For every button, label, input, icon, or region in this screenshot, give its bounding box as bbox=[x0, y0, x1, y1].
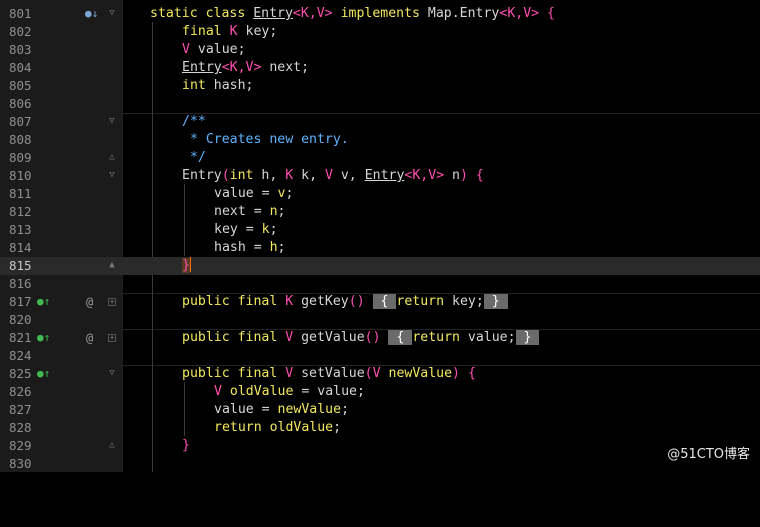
line-number: 830 bbox=[9, 456, 32, 471]
line-number: 809 bbox=[9, 150, 32, 165]
line-817-code: public final K getKey() { return key; } bbox=[182, 294, 508, 309]
line-number: 803 bbox=[9, 42, 32, 57]
code-line[interactable]: 826 V oldValue = value; bbox=[0, 383, 760, 401]
line-number: 801 bbox=[9, 6, 32, 21]
line-804-code: Entry<K,V> next; bbox=[182, 60, 310, 75]
fold-icon[interactable]: ▽ bbox=[108, 117, 116, 126]
line-number: 815 bbox=[9, 258, 32, 273]
line-813-code: key = k; bbox=[214, 222, 278, 237]
code-line[interactable]: 824 bbox=[0, 347, 760, 365]
fold-icon[interactable]: ▲ bbox=[108, 261, 116, 270]
line-829-code: } bbox=[182, 438, 190, 453]
line-802-code: final K key; bbox=[182, 24, 278, 39]
line-810-code: Entry(int h, K k, V v, Entry<K,V> n) { bbox=[182, 168, 484, 183]
code-line[interactable]: 811 value = v; bbox=[0, 185, 760, 203]
line-number: 804 bbox=[9, 60, 32, 75]
line-827-code: value = newValue; bbox=[214, 402, 350, 417]
code-line[interactable]: 821 ●↑ @ + public final V getValue() { r… bbox=[0, 329, 760, 347]
line-number: 816 bbox=[9, 276, 32, 291]
line-number: 827 bbox=[9, 402, 32, 417]
line-number: 813 bbox=[9, 222, 32, 237]
code-line[interactable]: 808 * Creates new entry. bbox=[0, 131, 760, 149]
line-808-code: * Creates new entry. bbox=[182, 132, 349, 147]
code-line[interactable]: 802 final K key; bbox=[0, 23, 760, 41]
line-803-code: V value; bbox=[182, 42, 246, 57]
annotation-icon: @ bbox=[86, 295, 94, 309]
line-826-code: V oldValue = value; bbox=[214, 384, 365, 399]
line-814-code: hash = h; bbox=[214, 240, 286, 255]
override-icon[interactable]: ●↑ bbox=[37, 329, 50, 347]
line-number: 828 bbox=[9, 420, 32, 435]
line-number: 824 bbox=[9, 348, 32, 363]
code-line[interactable]: 804 Entry<K,V> next; bbox=[0, 59, 760, 77]
line-828-code: return oldValue; bbox=[214, 420, 342, 435]
line-807-code: /** bbox=[182, 114, 206, 129]
expand-icon[interactable]: + bbox=[108, 334, 116, 342]
line-number: 820 bbox=[9, 312, 32, 327]
line-number: 811 bbox=[9, 186, 32, 201]
line-801-code: static class Entry<K,V> implements Map.E… bbox=[150, 6, 555, 21]
line-number: 812 bbox=[9, 204, 32, 219]
line-811-code: value = v; bbox=[214, 186, 294, 201]
line-number: 806 bbox=[9, 96, 32, 111]
code-line[interactable]: 829 △ } bbox=[0, 437, 760, 455]
current-line[interactable]: 815 ▲ } bbox=[0, 257, 760, 275]
fold-icon[interactable]: ▽ bbox=[108, 9, 116, 18]
line-number: 814 bbox=[9, 240, 32, 255]
code-line[interactable]: 817 ●↑ @ + public final K getKey() { ret… bbox=[0, 293, 760, 311]
code-line[interactable]: 803 V value; bbox=[0, 41, 760, 59]
expand-icon[interactable]: + bbox=[108, 298, 116, 306]
line-number: 810 bbox=[9, 168, 32, 183]
implementing-icon[interactable]: ●↓ bbox=[85, 5, 98, 23]
line-821-code: public final V getValue() { return value… bbox=[182, 330, 540, 345]
line-number: 802 bbox=[9, 24, 32, 39]
fold-icon[interactable]: △ bbox=[108, 441, 116, 450]
override-icon[interactable]: ●↑ bbox=[37, 293, 50, 311]
code-editor[interactable]: 801 ●↓ ▽ static class Entry<K,V> impleme… bbox=[0, 0, 760, 472]
fold-icon[interactable]: ▽ bbox=[108, 369, 116, 378]
line-number: 807 bbox=[9, 114, 32, 129]
code-line[interactable]: 820 bbox=[0, 311, 760, 329]
text-caret bbox=[189, 257, 191, 272]
code-line[interactable]: 825 ●↑ ▽ public final V setValue(V newVa… bbox=[0, 365, 760, 383]
code-line[interactable]: 828 return oldValue; bbox=[0, 419, 760, 437]
fold-icon[interactable]: ▽ bbox=[108, 171, 116, 180]
code-line[interactable]: 827 value = newValue; bbox=[0, 401, 760, 419]
watermark: @51CTO博客 bbox=[667, 447, 750, 462]
override-icon[interactable]: ●↑ bbox=[37, 365, 50, 383]
line-number: 829 bbox=[9, 438, 32, 453]
code-line[interactable]: 812 next = n; bbox=[0, 203, 760, 221]
code-line[interactable]: 806 bbox=[0, 95, 760, 113]
code-line[interactable]: 813 key = k; bbox=[0, 221, 760, 239]
code-line[interactable]: 814 hash = h; bbox=[0, 239, 760, 257]
annotation-icon: @ bbox=[86, 331, 94, 345]
line-815-code: } bbox=[182, 257, 191, 273]
line-number: 808 bbox=[9, 132, 32, 147]
code-line[interactable]: 801 ●↓ ▽ static class Entry<K,V> impleme… bbox=[0, 5, 760, 23]
code-line[interactable]: 830 bbox=[0, 455, 760, 473]
line-812-code: next = n; bbox=[214, 204, 286, 219]
line-825-code: public final V setValue(V newValue) { bbox=[182, 366, 476, 381]
code-line[interactable]: 816 bbox=[0, 275, 760, 293]
line-805-code: int hash; bbox=[182, 78, 254, 93]
line-number: 826 bbox=[9, 384, 32, 399]
line-number: 805 bbox=[9, 78, 32, 93]
code-line[interactable]: 810 ▽ Entry(int h, K k, V v, Entry<K,V> … bbox=[0, 167, 760, 185]
fold-icon[interactable]: △ bbox=[108, 153, 116, 162]
code-line[interactable]: 807 ▽ /** bbox=[0, 113, 760, 131]
code-line[interactable]: 809 △ */ bbox=[0, 149, 760, 167]
code-line[interactable]: 805 int hash; bbox=[0, 77, 760, 95]
line-809-code: */ bbox=[182, 150, 206, 165]
